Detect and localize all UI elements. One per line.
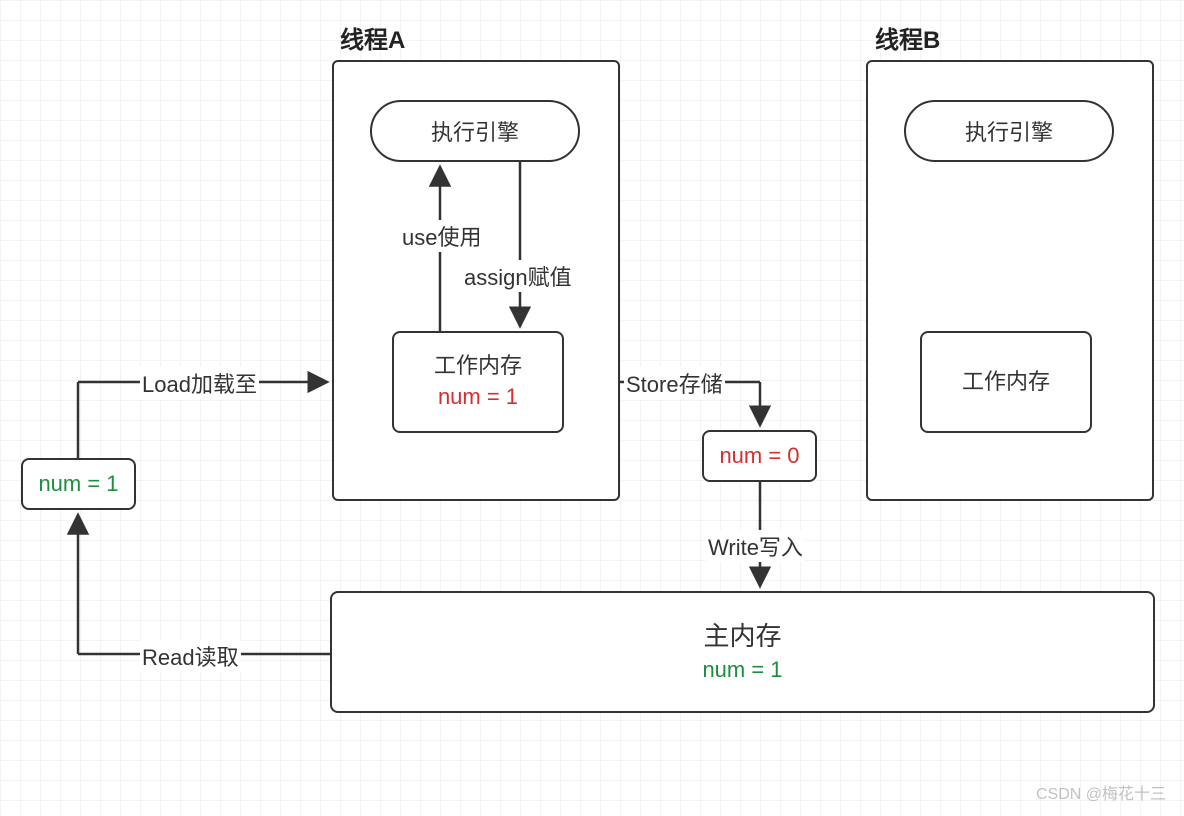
thread-a-working-memory: 工作内存 num = 1	[392, 331, 564, 433]
edge-read-label: Read读取	[140, 640, 241, 672]
store-value: num = 0	[719, 441, 799, 472]
store-value-box: num = 0	[702, 430, 817, 482]
thread-b-engine-label: 执行引擎	[965, 115, 1053, 147]
edge-store-label: Store存储	[624, 367, 725, 399]
edge-use-label: use使用	[400, 220, 483, 252]
edge-assign-label: assign赋值	[462, 260, 574, 292]
thread-a-working-memory-label: 工作内存	[434, 351, 522, 382]
thread-b-engine: 执行引擎	[904, 100, 1114, 162]
main-memory: 主内存 num = 1	[330, 591, 1155, 713]
thread-a-title: 线程A	[340, 20, 405, 55]
thread-a-engine: 执行引擎	[370, 100, 580, 162]
thread-b-title: 线程B	[875, 20, 940, 55]
diagram-canvas: 线程A 线程B 执行引擎 工作内存 num = 1 执行引擎 工作内存 num …	[0, 0, 1184, 816]
thread-b-working-memory: 工作内存	[920, 331, 1092, 433]
watermark: CSDN @梅花十三	[1036, 780, 1166, 804]
main-memory-title: 主内存	[703, 618, 781, 654]
thread-a-working-value: num = 1	[438, 382, 518, 413]
thread-a-engine-label: 执行引擎	[431, 115, 519, 147]
edge-load-label: Load加载至	[140, 367, 259, 399]
main-memory-value: num = 1	[702, 655, 782, 686]
load-value-box: num = 1	[21, 458, 136, 510]
edge-write-label: Write写入	[706, 530, 805, 562]
load-value: num = 1	[38, 469, 118, 500]
thread-b-working-memory-label: 工作内存	[962, 367, 1050, 398]
